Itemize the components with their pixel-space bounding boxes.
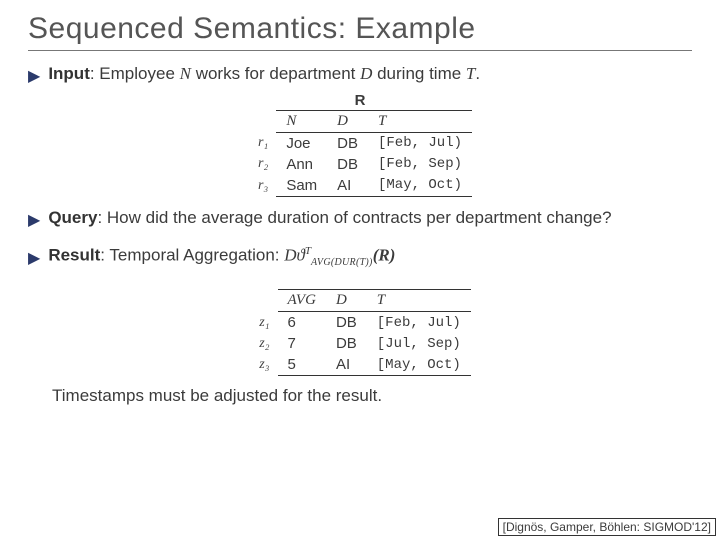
relation-z-table: AVG D T z₁ 6 DB [Feb, Jul) z₂ 7 DB [Jul,… (249, 289, 471, 376)
input-label: Input (48, 64, 90, 83)
relation-r-table: N D T r₁ Joe DB [Feb, Jul) r₂ Ann DB [Fe… (248, 110, 472, 197)
title-rule (28, 50, 692, 51)
triangle-icon: ▶ (28, 210, 40, 232)
bullet-input: ▶ Input: Employee N works for department… (28, 63, 692, 86)
relation-r: R N D T r₁ Joe DB [Feb, Jul) r₂ (28, 92, 692, 197)
table-row: r₃ Sam AI [May, Oct) (248, 175, 472, 197)
relation-r-name: R (28, 92, 692, 109)
citation: [Dignös, Gamper, Böhlen: SIGMOD'12] (498, 518, 716, 536)
result-label: Result (48, 246, 100, 265)
page-title: Sequenced Semantics: Example (28, 12, 692, 46)
triangle-icon: ▶ (28, 248, 40, 270)
table-row: z₁ 6 DB [Feb, Jul) (249, 312, 471, 334)
table-row: r₁ Joe DB [Feb, Jul) (248, 132, 472, 154)
aggregation-formula: DϑTAVG(DUR(T))(R) (284, 244, 395, 270)
table-row: r₂ Ann DB [Feb, Sep) (248, 154, 472, 175)
relation-z: AVG D T z₁ 6 DB [Feb, Jul) z₂ 7 DB [Jul,… (28, 289, 692, 376)
bullet-query: ▶ Query: How did the average duration of… (28, 207, 692, 230)
bullet-query-text: Query: How did the average duration of c… (48, 207, 611, 230)
col-d: D (326, 290, 367, 312)
slide: Sequenced Semantics: Example ▶ Input: Em… (0, 0, 720, 540)
col-t: T (368, 110, 472, 132)
col-n: N (276, 110, 327, 132)
bullet-input-text: Input: Employee N works for department D… (48, 63, 480, 86)
triangle-icon: ▶ (28, 66, 40, 88)
col-t: T (367, 290, 471, 312)
table-row: z₃ 5 AI [May, Oct) (249, 354, 471, 376)
col-d: D (327, 110, 368, 132)
footer-note: Timestamps must be adjusted for the resu… (52, 386, 692, 406)
table-row: z₂ 7 DB [Jul, Sep) (249, 333, 471, 354)
bullet-result-text: Result: Temporal Aggregation: DϑTAVG(DUR… (48, 244, 395, 270)
bullet-result: ▶ Result: Temporal Aggregation: DϑTAVG(D… (28, 244, 692, 270)
col-avg: AVG (278, 290, 326, 312)
query-label: Query (48, 208, 97, 227)
